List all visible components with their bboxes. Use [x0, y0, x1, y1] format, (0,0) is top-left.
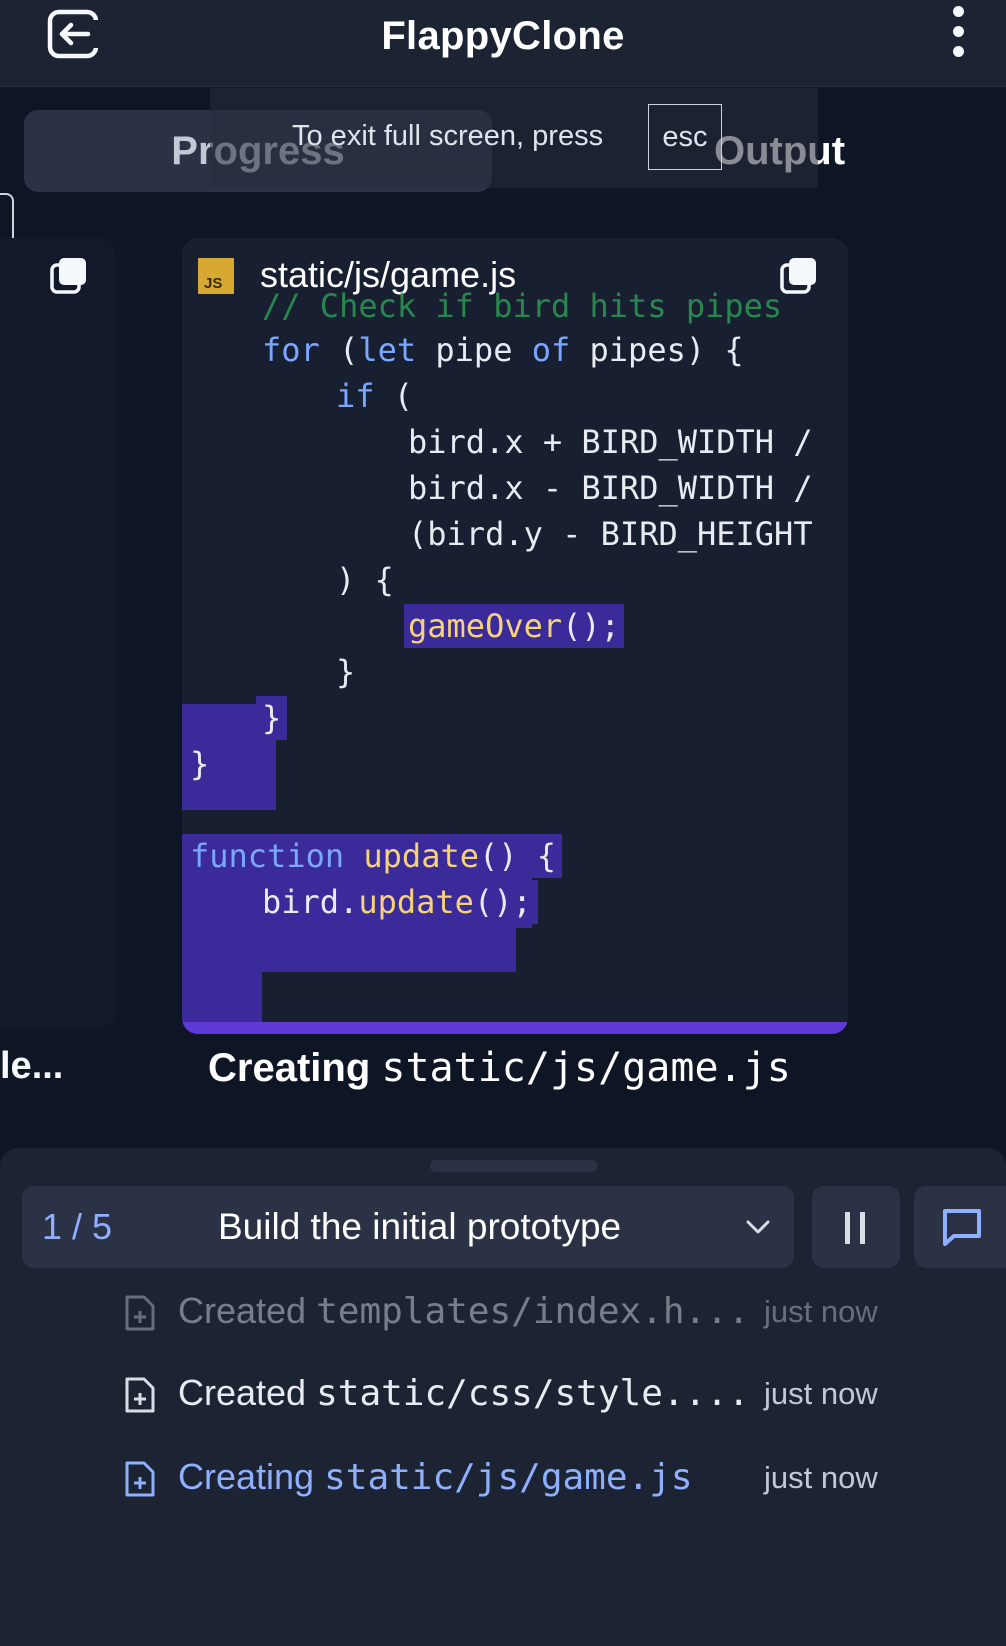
step-selector[interactable]: 1 / 5 Build the initial prototype: [22, 1186, 794, 1268]
code-line: ) {: [336, 561, 394, 599]
activity-item: Created static/css/style.... just now: [120, 1366, 900, 1426]
pause-icon: [860, 1212, 865, 1244]
activity-time: just now: [764, 1294, 878, 1329]
js-file-icon: JS: [198, 258, 234, 294]
kebab-menu-icon[interactable]: [946, 6, 970, 64]
esc-key-hint: esc: [648, 104, 722, 170]
activity-item: Created templates/index.h... just now: [120, 1284, 900, 1344]
caption-label: Creating: [208, 1046, 371, 1090]
code-line: }: [336, 653, 356, 691]
activity-path: templates/index.h...: [316, 1291, 750, 1332]
code-line: bird.x + BIRD_WIDTH /: [408, 423, 813, 461]
code-line: function update() {: [182, 834, 563, 878]
copy-icon[interactable]: [780, 256, 818, 294]
activity-verb: Creating: [178, 1456, 315, 1497]
chevron-down-icon: [744, 1213, 772, 1241]
code-line: for (let pipe of pipes) {: [262, 331, 744, 369]
current-file-caption: Creating static/js/game.js: [208, 1045, 791, 1091]
pause-button[interactable]: [812, 1186, 900, 1268]
drag-handle[interactable]: [430, 1160, 598, 1172]
app-title: FlappyClone: [381, 14, 625, 58]
file-add-icon: [124, 1294, 156, 1332]
code-line: bird.update();: [182, 880, 538, 924]
code-line: bird.x - BIRD_WIDTH /: [408, 469, 813, 507]
fullscreen-toast-text: To exit full screen, press: [292, 120, 604, 152]
code-line: if (: [336, 377, 414, 415]
chat-icon: [940, 1206, 984, 1253]
activity-item: Creating static/js/game.js just now: [120, 1450, 900, 1510]
activity-time: just now: [764, 1376, 878, 1411]
code-preview-card: JS static/js/game.js // Check if bird hi…: [182, 238, 848, 1034]
code-line: }: [182, 742, 216, 786]
pause-icon: [845, 1212, 850, 1244]
code-line: gameOver();: [404, 604, 624, 648]
chat-button[interactable]: [914, 1186, 1006, 1268]
previous-file-caption: le...: [0, 1045, 64, 1087]
copy-icon[interactable]: [50, 256, 88, 294]
previous-file-card: [0, 238, 116, 1028]
caption-path: static/js/game.js: [381, 1045, 791, 1091]
code-line: // Check if bird hits pipes: [262, 287, 783, 325]
file-add-icon: [124, 1376, 156, 1414]
activity-verb: Created: [178, 1372, 307, 1413]
activity-path: static/css/style....: [316, 1373, 750, 1414]
top-bar: FlappyClone: [0, 0, 1006, 87]
progress-panel: 1 / 5 Build the initial prototype Create…: [0, 1148, 1006, 1646]
file-add-icon: [124, 1460, 156, 1498]
activity-time: just now: [764, 1460, 878, 1495]
code-card-glow: [182, 1022, 848, 1034]
step-title: Build the initial prototype: [218, 1206, 622, 1247]
step-counter: 1 / 5: [42, 1206, 113, 1247]
fullscreen-exit-toast: To exit full screen, press esc: [210, 88, 818, 188]
code-line: (bird.y - BIRD_HEIGHT: [408, 515, 813, 553]
code-body: // Check if bird hits pipes for (let pip…: [182, 287, 848, 1034]
activity-verb: Created: [178, 1290, 307, 1331]
code-line: }: [256, 696, 288, 740]
activity-path: static/js/game.js: [324, 1457, 693, 1498]
